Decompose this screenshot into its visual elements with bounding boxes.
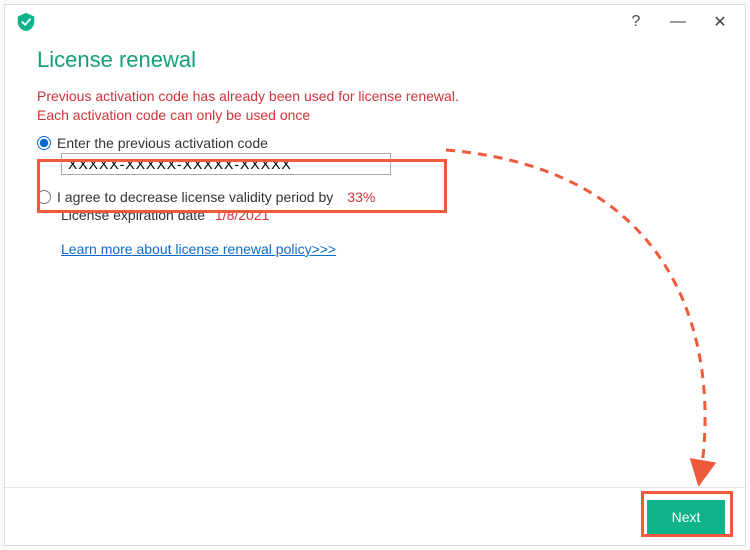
error-line-2: Each activation code can only be used on… — [37, 107, 310, 123]
expiration-label: License expiration date — [61, 207, 205, 223]
radio-decrease-label: I agree to decrease license validity per… — [57, 189, 333, 205]
close-icon[interactable]: ✕ — [703, 8, 737, 36]
error-message: Previous activation code has already bee… — [37, 87, 713, 125]
radio-enter-code[interactable] — [37, 136, 51, 150]
radio-enter-code-label: Enter the previous activation code — [57, 135, 268, 151]
option-decrease: I agree to decrease license validity per… — [37, 187, 713, 257]
learn-more-link[interactable]: Learn more about license renewal policy>… — [61, 241, 336, 257]
minimize-icon[interactable]: — — [661, 8, 695, 36]
option-enter-code: Enter the previous activation code — [37, 133, 713, 175]
footer: Next — [5, 487, 745, 545]
content-area: License renewal Previous activation code… — [5, 39, 745, 487]
activation-code-input[interactable] — [61, 153, 391, 175]
radio-decrease[interactable] — [37, 190, 51, 204]
expiration-date: 1/8/2021 — [215, 207, 270, 223]
decrease-percent: 33% — [347, 189, 375, 205]
next-button[interactable]: Next — [647, 500, 725, 534]
help-icon[interactable]: ? — [619, 8, 653, 36]
titlebar: ? — ✕ — [5, 5, 745, 39]
page-title: License renewal — [37, 47, 713, 73]
kaspersky-shield-icon — [15, 11, 37, 33]
error-line-1: Previous activation code has already bee… — [37, 88, 459, 104]
radio-enter-code-row[interactable]: Enter the previous activation code — [37, 133, 713, 153]
radio-decrease-row[interactable]: I agree to decrease license validity per… — [37, 187, 713, 207]
license-renewal-window: ? — ✕ License renewal Previous activatio… — [4, 4, 746, 546]
